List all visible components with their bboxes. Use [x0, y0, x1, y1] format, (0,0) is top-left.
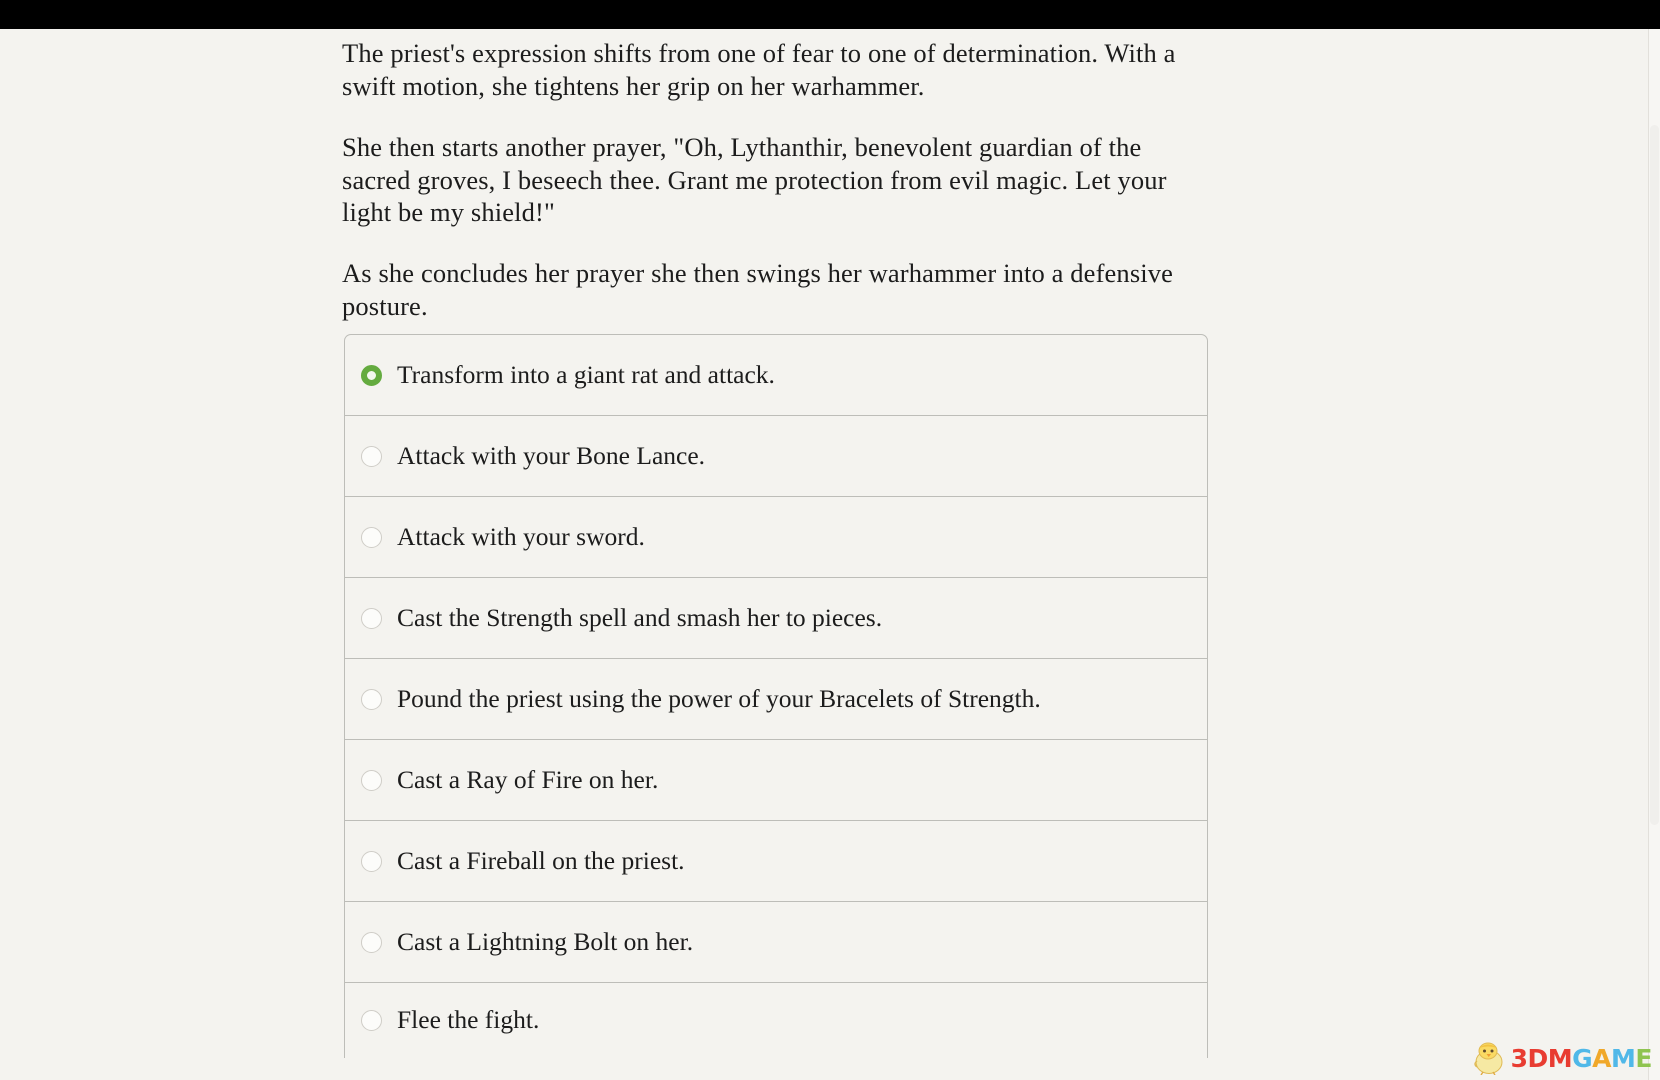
radio-button-icon[interactable] [361, 526, 382, 548]
choice-option-1[interactable]: Attack with your Bone Lance. [344, 415, 1208, 496]
watermark-text-a: A [1592, 1043, 1612, 1073]
choice-label: Transform into a giant rat and attack. [397, 359, 775, 389]
choice-option-5[interactable]: Cast a Ray of Fire on her. [344, 739, 1208, 820]
choice-option-0[interactable]: Transform into a giant rat and attack. [344, 334, 1208, 415]
radio-button-icon[interactable] [361, 931, 382, 953]
choice-option-6[interactable]: Cast a Fireball on the priest. [344, 820, 1208, 901]
choice-option-4[interactable]: Pound the priest using the power of your… [344, 658, 1208, 739]
choice-option-7[interactable]: Cast a Lightning Bolt on her. [344, 901, 1208, 982]
letterbox-top-bar [0, 0, 1660, 29]
scrollbar-thumb[interactable] [1650, 125, 1659, 825]
choice-label: Cast a Ray of Fire on her. [397, 764, 659, 794]
game-page: The priest's expression shifts from one … [0, 29, 1660, 1080]
watermark-text-g: G [1572, 1043, 1593, 1073]
choice-option-8[interactable]: Flee the fight. [344, 982, 1208, 1058]
choice-label: Cast a Fireball on the priest. [397, 845, 685, 875]
watermark-text-m: M [1611, 1043, 1636, 1073]
radio-button-icon[interactable] [361, 364, 382, 386]
vertical-scrollbar[interactable] [1648, 29, 1660, 1080]
choice-option-2[interactable]: Attack with your sword. [344, 496, 1208, 577]
watermark-text-e: E [1635, 1043, 1652, 1073]
choice-label: Flee the fight. [397, 1005, 540, 1035]
radio-button-icon[interactable] [361, 1010, 382, 1031]
chick-mascot-icon [1473, 1042, 1503, 1075]
watermark-3dmgame: 3DMGAME [1469, 1038, 1652, 1078]
watermark-text-3dm: 3DM [1510, 1043, 1573, 1073]
story-paragraph-1: The priest's expression shifts from one … [342, 38, 1176, 101]
choice-label: Cast a Lightning Bolt on her. [397, 926, 694, 956]
choice-list: Transform into a giant rat and attack. A… [344, 334, 1208, 1058]
story-text-block: The priest's expression shifts from one … [342, 37, 1210, 344]
radio-button-icon[interactable] [361, 769, 382, 791]
choice-label: Attack with your Bone Lance. [397, 440, 706, 470]
choice-label: Cast the Strength spell and smash her to… [397, 602, 883, 632]
choice-label: Pound the priest using the power of your… [397, 683, 1041, 713]
radio-button-icon[interactable] [361, 607, 382, 629]
radio-button-icon[interactable] [361, 850, 382, 872]
choice-label: Attack with your sword. [397, 521, 645, 551]
story-paragraph-3: As she concludes her prayer she then swi… [342, 258, 1174, 322]
story-paragraph-2: She then starts another prayer, "Oh, Lyt… [342, 131, 1167, 228]
radio-button-icon[interactable] [361, 445, 382, 467]
choice-option-3[interactable]: Cast the Strength spell and smash her to… [344, 577, 1208, 658]
radio-button-icon[interactable] [361, 688, 382, 710]
